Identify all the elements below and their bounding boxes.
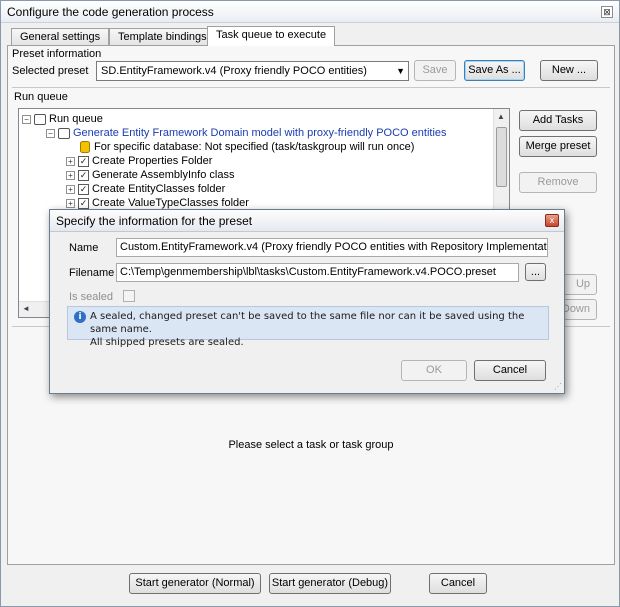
task-group-icon (34, 113, 46, 125)
scroll-thumb[interactable] (496, 127, 507, 187)
tree-item-run-queue[interactable]: − Run queue (22, 112, 103, 126)
expand-icon[interactable]: + (66, 170, 75, 180)
is-sealed-label: Is sealed (69, 291, 114, 303)
preset-info-dialog: Specify the information for the preset x… (49, 209, 565, 394)
add-tasks-button[interactable]: Add Tasks (519, 110, 597, 131)
filename-label: Filename (69, 267, 115, 279)
is-sealed-checkbox[interactable] (123, 290, 135, 302)
run-queue-label: Run queue (14, 91, 68, 103)
sealed-info-box: i A sealed, changed preset can't be save… (67, 306, 549, 348)
collapse-icon[interactable]: − (22, 114, 31, 124)
dialog-cancel-button[interactable]: Cancel (474, 360, 546, 381)
tree-item-task[interactable]: + ✓ Create ValueTypeClasses folder (66, 196, 249, 210)
expand-icon[interactable]: + (66, 156, 75, 166)
tab-task-queue[interactable]: Task queue to execute (207, 26, 336, 46)
tree-item-task[interactable]: + ✓ Generate AssemblyInfo class (66, 168, 234, 182)
chevron-down-icon: ▼ (396, 66, 405, 76)
dialog-close-icon[interactable]: x (545, 214, 559, 227)
save-as-button[interactable]: Save As ... (464, 60, 525, 81)
info-icon: i (74, 311, 86, 323)
status-message: Please select a task or task group (228, 439, 394, 451)
bottom-button-bar: Start generator (Normal) Start generator… (7, 567, 615, 599)
cancel-button[interactable]: Cancel (429, 573, 487, 594)
divider (12, 87, 610, 88)
new-preset-button[interactable]: New ... (540, 60, 598, 81)
dialog-title: Specify the information for the preset (56, 214, 253, 228)
name-label: Name (69, 242, 99, 254)
tree-item-generate-ef[interactable]: − Generate Entity Framework Domain model … (46, 126, 447, 140)
tree-item-task[interactable]: + ✓ Create EntityClasses folder (66, 182, 225, 196)
task-checkbox[interactable]: ✓ (78, 169, 89, 181)
database-icon (80, 141, 90, 154)
start-generator-normal-button[interactable]: Start generator (Normal) (129, 573, 261, 594)
filename-input[interactable]: C:\Temp\genmembership\lbl\tasks\Custom.E… (116, 263, 519, 282)
selected-preset-combo[interactable]: SD.EntityFramework.v4 (Proxy friendly PO… (96, 61, 409, 81)
start-generator-debug-button[interactable]: Start generator (Debug) (269, 573, 391, 594)
dialog-titlebar: Specify the information for the preset x (50, 210, 564, 232)
task-checkbox[interactable]: ✓ (78, 155, 89, 167)
window-title: Configure the code generation process (7, 5, 214, 19)
remove-button[interactable]: Remove (519, 172, 597, 193)
scroll-left-icon[interactable]: ◄ (22, 304, 30, 313)
window-titlebar: Configure the code generation process ⊠ (1, 1, 619, 23)
task-checkbox[interactable]: ✓ (78, 183, 89, 195)
resize-grip-icon[interactable]: ⋰ (554, 382, 562, 391)
preset-info-label: Preset information (12, 48, 102, 60)
save-preset-button[interactable]: Save (414, 60, 456, 81)
ok-button[interactable]: OK (401, 360, 467, 381)
window-close-icon[interactable]: ⊠ (601, 6, 613, 18)
task-group-icon (58, 127, 70, 139)
task-checkbox[interactable]: ✓ (78, 197, 89, 209)
expand-icon[interactable]: + (66, 198, 75, 208)
tab-general-settings[interactable]: General settings (11, 28, 110, 45)
merge-preset-button[interactable]: Merge preset (519, 136, 597, 157)
selected-preset-value: SD.EntityFramework.v4 (Proxy friendly PO… (101, 65, 367, 77)
collapse-icon[interactable]: − (46, 128, 55, 138)
tree-item-task[interactable]: + ✓ Create Properties Folder (66, 154, 212, 168)
sealed-info-text: A sealed, changed preset can't be saved … (90, 311, 525, 348)
name-input[interactable]: Custom.EntityFramework.v4 (Proxy friendl… (116, 238, 548, 257)
tree-item-database[interactable]: For specific database: Not specified (ta… (80, 140, 414, 154)
scroll-up-icon[interactable]: ▲ (497, 112, 505, 121)
browse-button[interactable]: ... (525, 263, 546, 281)
tab-template-bindings[interactable]: Template bindings (109, 28, 216, 45)
selected-preset-label: Selected preset (12, 65, 89, 77)
expand-icon[interactable]: + (66, 184, 75, 194)
